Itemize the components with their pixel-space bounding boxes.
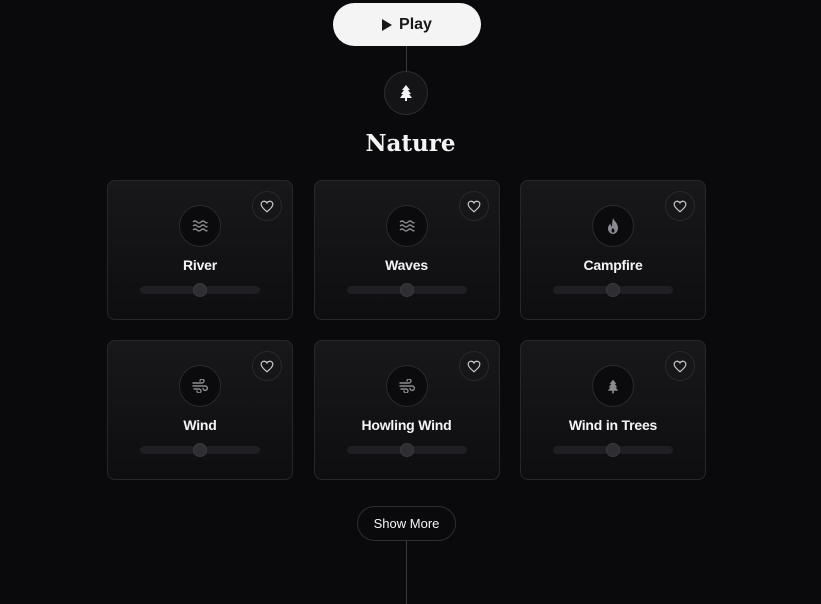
tree-icon — [607, 379, 619, 394]
favorite-button[interactable] — [458, 191, 489, 221]
volume-slider-thumb[interactable] — [606, 443, 620, 457]
volume-slider[interactable] — [140, 443, 260, 457]
category-icon — [384, 71, 428, 115]
play-icon — [382, 18, 393, 31]
heart-icon — [673, 200, 687, 213]
show-more-button[interactable]: Show More — [357, 506, 456, 541]
play-button[interactable]: Play — [333, 3, 481, 46]
volume-slider-thumb[interactable] — [193, 283, 207, 297]
sound-name: Waves — [385, 257, 428, 273]
favorite-button[interactable] — [665, 351, 695, 381]
favorite-button[interactable] — [252, 351, 282, 381]
sound-name: Howling Wind — [361, 417, 452, 433]
sound-card-river: River — [107, 180, 293, 320]
heart-icon — [467, 360, 480, 373]
sound-name: River — [182, 257, 218, 273]
sound-name: Wind in Trees — [568, 417, 658, 433]
sound-card-campfire: Campfire — [520, 180, 706, 320]
sound-icon — [385, 365, 428, 407]
sound-icon — [179, 365, 221, 407]
volume-slider[interactable] — [140, 283, 260, 297]
wind-icon — [398, 379, 415, 393]
sound-icon — [385, 205, 428, 247]
heart-icon — [260, 200, 274, 213]
tree-icon — [400, 85, 412, 101]
favorite-button[interactable] — [665, 191, 695, 221]
sound-icon — [179, 205, 221, 247]
volume-slider-thumb[interactable] — [193, 443, 207, 457]
heart-icon — [260, 360, 274, 373]
sound-card-wind-in-trees: Wind in Trees — [520, 340, 706, 480]
favorite-button[interactable] — [458, 351, 489, 381]
heart-icon — [673, 360, 687, 373]
waves-icon — [399, 220, 415, 232]
play-label: Play — [399, 15, 432, 33]
timeline-connector-top — [406, 46, 407, 71]
volume-slider[interactable] — [553, 283, 673, 297]
volume-slider-thumb[interactable] — [399, 283, 414, 297]
heart-icon — [467, 200, 480, 213]
wind-icon — [192, 379, 208, 393]
volume-slider-thumb[interactable] — [399, 443, 414, 457]
volume-slider[interactable] — [553, 443, 673, 457]
sound-card-howling-wind: Howling Wind — [313, 340, 500, 480]
category-title: Nature — [365, 130, 456, 157]
sound-card-waves: Waves — [313, 180, 500, 320]
timeline-connector-bottom — [406, 541, 407, 604]
sound-icon — [592, 365, 634, 407]
volume-slider[interactable] — [346, 443, 467, 457]
flame-icon — [606, 218, 620, 234]
sound-name: Campfire — [583, 257, 643, 273]
sound-icon — [592, 205, 634, 247]
waves-icon — [192, 220, 208, 232]
sound-card-wind: Wind — [107, 340, 293, 480]
favorite-button[interactable] — [252, 191, 282, 221]
volume-slider[interactable] — [346, 283, 467, 297]
sound-name: Wind — [183, 417, 217, 433]
volume-slider-thumb[interactable] — [606, 283, 620, 297]
